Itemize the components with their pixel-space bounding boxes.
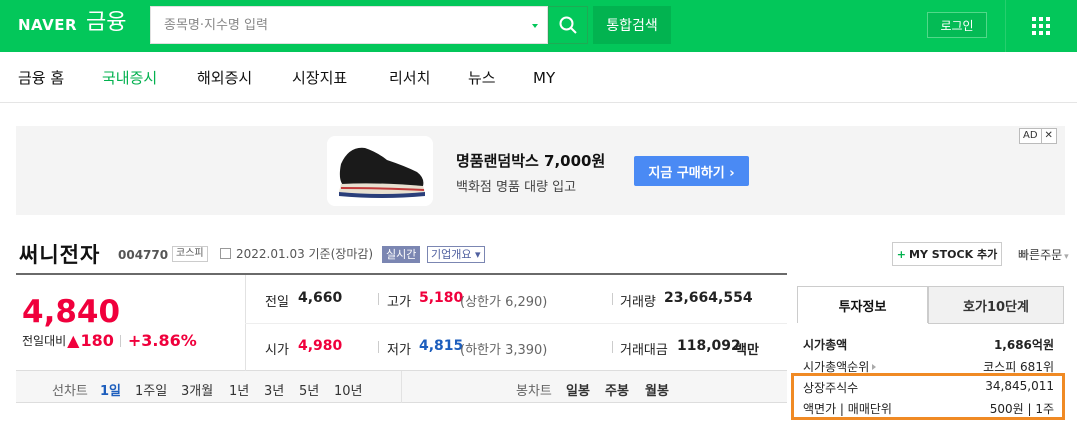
header-divider	[1005, 0, 1006, 52]
market-badge: 코스피	[172, 246, 208, 262]
market-cap-value: 1,686억원	[993, 338, 1054, 352]
price-change: 전일대비 ▲ 180 +3.86%	[22, 332, 197, 350]
nav-domestic-stocks[interactable]: 국내증시	[102, 68, 157, 88]
tab-3months[interactable]: 3개월	[181, 380, 213, 399]
naver-logo[interactable]: NAVER	[18, 13, 77, 37]
up-arrow-icon: ▲	[67, 331, 80, 350]
nav-news[interactable]: 뉴스	[468, 68, 496, 88]
tab-10years[interactable]: 10년	[334, 380, 363, 399]
prev-close-label: 전일	[265, 295, 289, 310]
search-input[interactable]	[151, 7, 521, 43]
company-info-dropdown[interactable]: 기업개요 ▾	[427, 246, 485, 263]
total-search-button[interactable]: 통합검색	[593, 6, 671, 44]
high-value: 5,180	[419, 290, 464, 306]
tab-3years[interactable]: 3년	[264, 380, 284, 399]
autocomplete-toggle-icon[interactable]	[532, 24, 538, 28]
highlight-box	[791, 373, 1065, 420]
nav-market-indicators[interactable]: 시장지표	[292, 68, 347, 88]
amount-unit: 백만	[735, 343, 759, 358]
upper-limit: (상한가 6,290)	[460, 295, 548, 310]
tab-monthly-candle[interactable]: 월봉	[645, 380, 669, 399]
tab-1week[interactable]: 1주일	[135, 380, 167, 399]
ad-label[interactable]: AD	[1019, 128, 1042, 144]
market-cap-label: 시가총액	[803, 338, 848, 352]
high-label: 고가	[387, 295, 411, 310]
tab-invest-info[interactable]: 투자정보	[797, 286, 928, 324]
candle-chart-label: 봉차트	[516, 384, 552, 399]
search-button[interactable]	[548, 6, 588, 44]
stock-code: 004770	[118, 248, 169, 262]
tab-1day[interactable]: 1일	[100, 380, 121, 399]
plus-icon: +	[896, 247, 907, 261]
invest-panel-tabs: 투자정보 호가10단계	[797, 286, 1064, 324]
calendar-icon	[220, 248, 231, 259]
tab-order-book[interactable]: 호가10단계	[928, 286, 1064, 324]
volume-value: 23,664,554	[664, 290, 753, 306]
service-menu-icon[interactable]	[1032, 17, 1050, 35]
ad-badge: AD ✕	[1019, 128, 1057, 144]
search-box[interactable]	[150, 6, 548, 44]
change-label: 전일대비	[22, 334, 67, 348]
nav-research[interactable]: 리서치	[389, 68, 430, 88]
ad-title[interactable]: 명품랜덤박스 7,000원	[456, 150, 605, 171]
change-percent: +3.86%	[127, 331, 197, 350]
quote-date: 2022.01.03 기준(장마감)	[220, 246, 373, 262]
change-divider	[119, 335, 121, 347]
lower-limit: (하한가 3,390)	[460, 343, 548, 358]
nav-my[interactable]: MY	[533, 68, 555, 88]
finance-logo[interactable]: 금융	[86, 8, 126, 38]
ad-subtitle[interactable]: 백화점 명품 대량 입고	[456, 176, 576, 195]
tab-1year[interactable]: 1년	[229, 380, 249, 399]
tab-5years[interactable]: 5년	[299, 380, 319, 399]
tab-weekly-candle[interactable]: 주봉	[605, 380, 629, 399]
ad-cta-button[interactable]: 지금 구매하기 ›	[634, 156, 749, 186]
login-button[interactable]: 로그인	[927, 12, 987, 38]
line-chart-label: 선차트	[52, 384, 88, 399]
realtime-badge: 실시간	[382, 246, 421, 263]
current-price: 4,840	[22, 294, 121, 330]
amount-label: 거래대금	[620, 343, 668, 358]
add-mystock-button[interactable]: + MY STOCK 추가	[892, 242, 1002, 266]
sneaker-image	[339, 147, 425, 198]
quote-row-divider	[245, 323, 787, 324]
ad-close-icon[interactable]: ✕	[1041, 128, 1057, 144]
main-nav: 금융 홈 국내증시 해외증시 시장지표 리서치 뉴스 MY	[0, 52, 1077, 103]
change-amount: 180	[80, 331, 114, 350]
prev-close-value: 4,660	[298, 290, 343, 306]
low-label: 저가	[387, 343, 411, 358]
stock-name: 써니전자	[19, 243, 101, 267]
quote-date-text: 2022.01.03 기준(장마감)	[236, 247, 374, 261]
market-cap-row: 시가총액 1,686억원	[803, 336, 1054, 354]
top-bar: NAVER 금융 통합검색 로그인	[0, 0, 1077, 52]
add-mystock-label: MY STOCK 추가	[909, 248, 998, 261]
volume-label: 거래량	[620, 295, 656, 310]
quick-order-button[interactable]: 빠른주문 ▾	[1018, 246, 1069, 263]
amount-value: 118,092	[677, 338, 741, 354]
open-value: 4,980	[298, 338, 343, 354]
low-value: 4,815	[419, 338, 464, 354]
chevron-right-icon	[872, 364, 877, 370]
nav-overseas-stocks[interactable]: 해외증시	[197, 68, 252, 88]
search-icon	[559, 16, 577, 34]
nav-finance-home[interactable]: 금융 홈	[18, 68, 64, 88]
open-label: 시가	[265, 343, 289, 358]
ad-product-image[interactable]	[327, 136, 433, 206]
tab-daily-candle[interactable]: 일봉	[566, 380, 590, 399]
